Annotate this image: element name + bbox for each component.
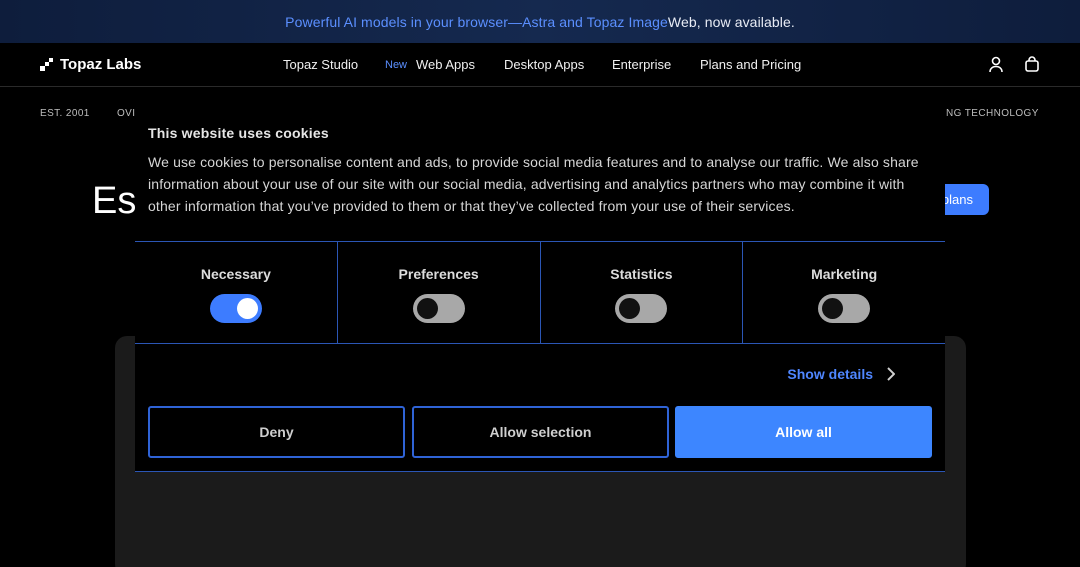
announcement-bar[interactable]: Powerful AI models in your browser—Astra… xyxy=(0,0,1080,43)
cookie-dialog: This website uses cookies We use cookies… xyxy=(135,112,945,472)
toggle-knob xyxy=(416,298,438,319)
deny-button[interactable]: Deny xyxy=(148,406,405,458)
top-nav: Topaz Labs Topaz Studio New Web Apps Des… xyxy=(0,43,1080,87)
category-label: Necessary xyxy=(200,266,271,282)
statistics-toggle[interactable] xyxy=(615,294,668,323)
cookie-title: This website uses cookies xyxy=(148,125,329,141)
nav-links: Topaz Studio New Web Apps Desktop Apps E… xyxy=(0,57,1080,73)
cookie-description: We use cookies to personalise content an… xyxy=(148,154,919,214)
allow-all-button[interactable]: Allow all xyxy=(675,406,932,458)
toggle-knob xyxy=(822,298,844,319)
category-label: Marketing xyxy=(811,266,878,282)
category-label: Preferences xyxy=(398,266,479,282)
announcement-text: Web, now available. xyxy=(667,13,795,30)
cart-icon[interactable] xyxy=(1024,56,1040,73)
show-details-link[interactable]: Show details xyxy=(787,366,895,382)
category-marketing: Marketing xyxy=(743,242,945,343)
tagline-fragment: NG TECHNOLOGY xyxy=(946,108,1039,119)
nav-link-web-apps[interactable]: Web Apps xyxy=(416,57,475,72)
necessary-toggle[interactable] xyxy=(209,294,262,323)
cta-label: plans xyxy=(941,192,973,207)
chevron-right-icon xyxy=(887,367,895,381)
marketing-toggle[interactable] xyxy=(818,294,871,323)
cookie-categories: Necessary Preferences Statistics Marketi… xyxy=(135,241,945,344)
account-icon[interactable] xyxy=(988,56,1004,73)
meta-fragment: OVI xyxy=(117,108,136,119)
nav-link-enterprise[interactable]: Enterprise xyxy=(612,57,671,72)
hero-heading-fragment: Es xyxy=(92,180,137,222)
preferences-toggle[interactable] xyxy=(412,294,465,323)
new-badge: New xyxy=(385,59,408,71)
toggle-knob xyxy=(236,298,258,319)
est-label: EST. 2001 xyxy=(40,108,90,119)
nav-icons xyxy=(988,56,1040,73)
announcement-highlight[interactable]: Powerful AI models in your browser—Astra… xyxy=(285,14,668,30)
allow-selection-button[interactable]: Allow selection xyxy=(412,406,669,458)
show-details-label: Show details xyxy=(787,366,873,382)
category-statistics: Statistics xyxy=(541,242,744,343)
category-necessary: Necessary xyxy=(135,242,338,343)
category-preferences: Preferences xyxy=(338,242,541,343)
nav-link-topaz-studio[interactable]: Topaz Studio xyxy=(283,57,358,72)
nav-link-desktop-apps[interactable]: Desktop Apps xyxy=(504,57,584,72)
nav-link-plans-pricing[interactable]: Plans and Pricing xyxy=(700,57,801,72)
category-label: Statistics xyxy=(610,266,673,282)
toggle-knob xyxy=(619,298,641,319)
